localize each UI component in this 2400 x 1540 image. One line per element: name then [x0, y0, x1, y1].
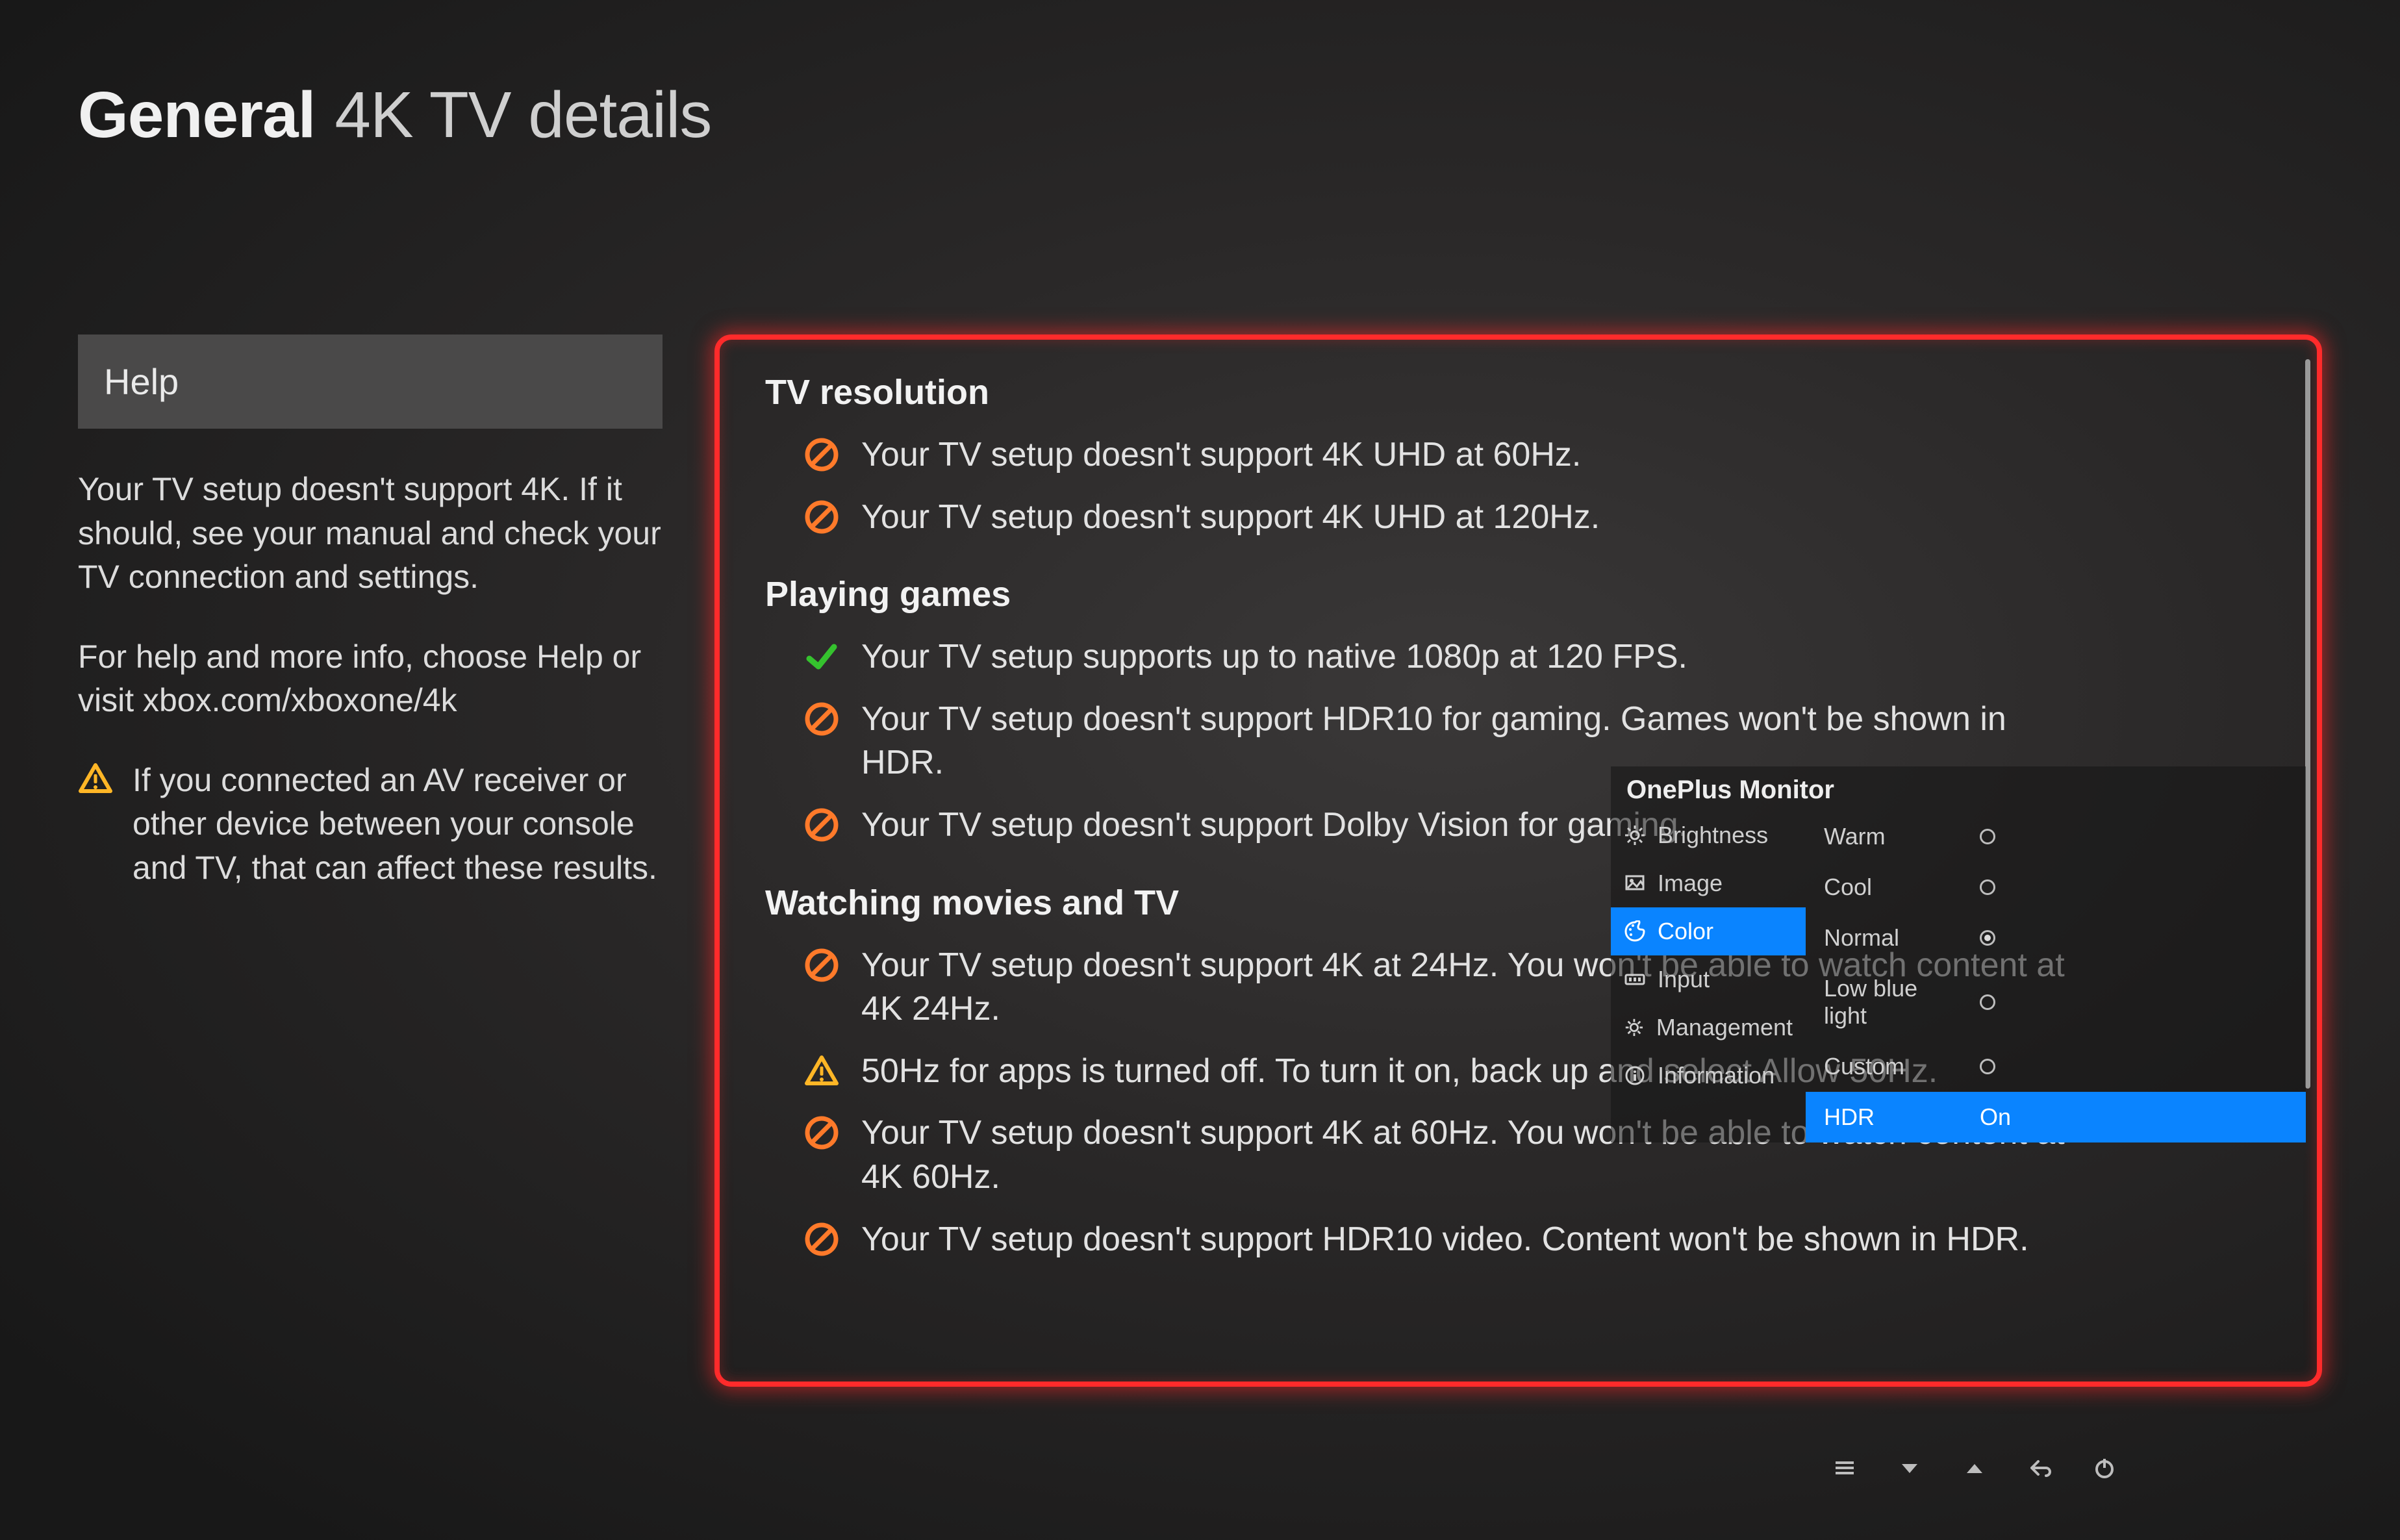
status-text: Your TV setup doesn't support 4K UHD at …	[861, 496, 1600, 540]
osd-menu-label: Management	[1656, 1014, 1793, 1041]
radio-icon	[1980, 1059, 1995, 1074]
osd-option[interactable]: HDR On	[1806, 1092, 2306, 1142]
warning-icon	[804, 1054, 839, 1089]
sidebar: Help Your TV setup doesn't support 4K. I…	[78, 335, 663, 890]
osd-menu-item-input[interactable]: Input	[1611, 955, 1806, 1004]
status-text: Your TV setup doesn't support 4K UHD at …	[861, 433, 1581, 477]
sidebar-warning-note: If you connected an AV receiver or other…	[78, 759, 663, 890]
osd-footer-controls	[1832, 1455, 2117, 1488]
osd-option[interactable]: Normal	[1806, 913, 2306, 963]
sidebar-paragraph-2: For help and more info, choose Help or v…	[78, 635, 663, 723]
status-row: Your TV setup doesn't support HDR10 vide…	[765, 1209, 2271, 1271]
image-icon	[1624, 872, 1646, 894]
osd-option-list: Warm Cool Normal Low blue light Custom HDR On	[1806, 811, 2306, 1142]
osd-menu-list: Brightness Image Color Input Management Infor…	[1611, 811, 1806, 1142]
osd-option[interactable]: Warm	[1806, 811, 2306, 862]
osd-option-value: On	[1980, 1104, 2011, 1131]
check-icon	[804, 639, 839, 674]
scrollbar-thumb[interactable]	[2305, 359, 2310, 1089]
status-text: Your TV setup doesn't support Dolby Visi…	[861, 803, 1687, 848]
color-icon	[1624, 920, 1646, 942]
breadcrumb: General 4K TV details	[78, 78, 2322, 153]
not-supported-icon	[804, 437, 839, 472]
osd-option-label: Warm	[1824, 823, 1954, 850]
help-button[interactable]: Help	[78, 335, 663, 429]
radio-icon	[1980, 829, 1995, 844]
section-heading: TV resolution	[765, 372, 2271, 412]
osd-option[interactable]: Custom	[1806, 1041, 2306, 1092]
not-supported-icon	[804, 1115, 839, 1150]
osd-menu-label: Brightness	[1658, 822, 1768, 849]
radio-icon	[1980, 994, 1995, 1010]
radio-icon	[1980, 930, 1995, 946]
osd-menu-item-information[interactable]: Information	[1611, 1052, 1806, 1100]
page-title: 4K TV details	[335, 78, 711, 153]
radio-icon	[1980, 879, 1995, 895]
not-supported-icon	[804, 701, 839, 737]
osd-down-icon[interactable]	[1897, 1455, 1923, 1488]
osd-menu-label: Color	[1658, 918, 1713, 945]
osd-menu-item-management[interactable]: Management	[1611, 1004, 1806, 1052]
osd-menu-label: Input	[1658, 966, 1710, 993]
osd-power-icon[interactable]	[2091, 1455, 2117, 1488]
not-supported-icon	[804, 1222, 839, 1257]
section-heading: Playing games	[765, 574, 2271, 614]
osd-menu-item-image[interactable]: Image	[1611, 859, 1806, 907]
warning-icon	[78, 761, 113, 890]
osd-title: OnePlus Monitor	[1611, 766, 2306, 811]
status-text: Your TV setup supports up to native 1080…	[861, 635, 1687, 679]
osd-up-icon[interactable]	[1962, 1455, 1988, 1488]
management-icon	[1624, 1016, 1645, 1039]
osd-option-label: Custom	[1824, 1053, 1954, 1080]
osd-option-label: Low blue light	[1824, 975, 1954, 1029]
not-supported-icon	[804, 948, 839, 983]
sidebar-warning-text: If you connected an AV receiver or other…	[133, 759, 663, 890]
brightness-icon	[1624, 824, 1646, 846]
osd-option-label: Cool	[1824, 874, 1954, 901]
osd-option-label: HDR	[1824, 1104, 1954, 1131]
osd-option[interactable]: Low blue light	[1806, 963, 2306, 1041]
input-icon	[1624, 968, 1646, 991]
osd-menu-label: Image	[1658, 870, 1723, 897]
status-text: Your TV setup doesn't support HDR10 vide…	[861, 1218, 2029, 1262]
osd-back-icon[interactable]	[2027, 1455, 2053, 1488]
osd-menu-item-brightness[interactable]: Brightness	[1611, 811, 1806, 859]
status-row: Your TV setup doesn't support 4K UHD at …	[765, 424, 2271, 486]
status-row: Your TV setup doesn't support 4K UHD at …	[765, 486, 2271, 549]
status-row: Your TV setup supports up to native 1080…	[765, 626, 2271, 688]
osd-option[interactable]: Cool	[1806, 862, 2306, 913]
monitor-osd: OnePlus Monitor Brightness Image Color Inpu…	[1611, 766, 2306, 1142]
osd-menu-item-color[interactable]: Color	[1611, 907, 1806, 955]
osd-option-label: Normal	[1824, 924, 1954, 952]
osd-menu-icon[interactable]	[1832, 1455, 1858, 1488]
osd-menu-label: Information	[1658, 1062, 1775, 1089]
not-supported-icon	[804, 499, 839, 535]
not-supported-icon	[804, 807, 839, 842]
breadcrumb-general: General	[78, 78, 315, 153]
sidebar-paragraph-1: Your TV setup doesn't support 4K. If it …	[78, 468, 663, 600]
information-icon	[1624, 1065, 1646, 1087]
